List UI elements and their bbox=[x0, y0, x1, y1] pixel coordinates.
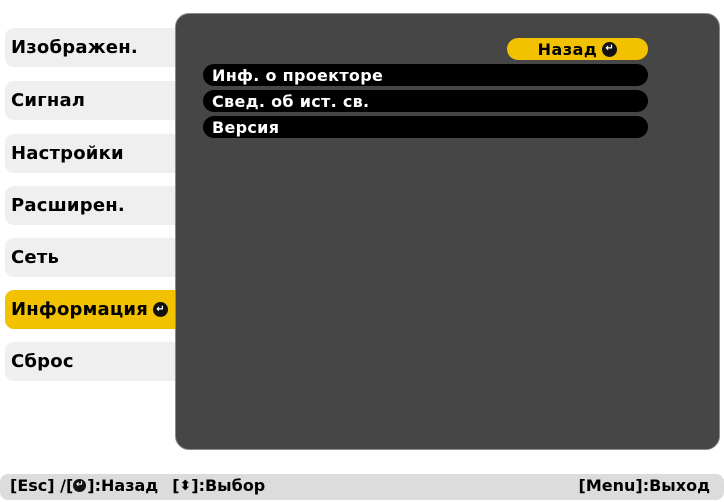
updown-arrow-icon: ⬍ bbox=[179, 477, 192, 494]
menu-tab-label: Информация bbox=[11, 299, 148, 320]
row-label: Свед. об ист. св. bbox=[212, 91, 370, 111]
menu-tab-label: Сеть bbox=[11, 247, 60, 268]
select-hint-prefix: [ bbox=[172, 476, 180, 495]
menu-tab-network[interactable]: Сеть bbox=[5, 238, 187, 277]
row-label: Инф. о проекторе bbox=[212, 65, 384, 85]
row-light-source-info[interactable]: Свед. об ист. св. bbox=[203, 90, 648, 112]
enter-icon: ↵ bbox=[602, 41, 618, 57]
enter-icon: ↵ bbox=[73, 479, 87, 492]
menu-exit-hint: [Menu]:Выход bbox=[578, 476, 710, 495]
menu-tab-label: Сброс bbox=[11, 351, 74, 372]
esc-hint: [Esc] /[ bbox=[10, 476, 74, 495]
row-version[interactable]: Версия bbox=[203, 116, 648, 138]
footer-hints-left: [Esc] /[ ↵ ]:Назад [ ⬍ ]:Выбор bbox=[10, 476, 265, 495]
select-hint: ]:Выбор bbox=[191, 476, 266, 495]
menu-tab-label: Расширен. bbox=[11, 195, 125, 216]
menu-tab-image[interactable]: Изображен. bbox=[5, 28, 187, 67]
menu-tab-settings[interactable]: Настройки bbox=[5, 134, 187, 173]
menu-tab-label: Сигнал bbox=[11, 90, 86, 111]
back-button-label: Назад bbox=[537, 39, 598, 59]
enter-icon: ↵ bbox=[152, 302, 168, 317]
submenu-panel: Назад ↵ Инф. о проекторе Свед. об ист. с… bbox=[175, 13, 720, 450]
back-button[interactable]: Назад ↵ bbox=[507, 38, 648, 60]
footer-hint-bar: [Esc] /[ ↵ ]:Назад [ ⬍ ]:Выбор [Menu]:Вы… bbox=[0, 474, 724, 500]
row-label: Версия bbox=[212, 117, 280, 137]
row-projector-info[interactable]: Инф. о проекторе bbox=[203, 64, 648, 86]
back-hint: ]:Назад bbox=[87, 476, 159, 495]
menu-tab-extended[interactable]: Расширен. bbox=[5, 186, 187, 225]
menu-tab-reset[interactable]: Сброс bbox=[5, 342, 187, 381]
menu-tab-signal[interactable]: Сигнал bbox=[5, 81, 187, 120]
menu-tab-label: Настройки bbox=[11, 143, 124, 164]
menu-tab-label: Изображен. bbox=[11, 37, 138, 58]
menu-tab-information[interactable]: Информация ↵ bbox=[5, 290, 187, 329]
